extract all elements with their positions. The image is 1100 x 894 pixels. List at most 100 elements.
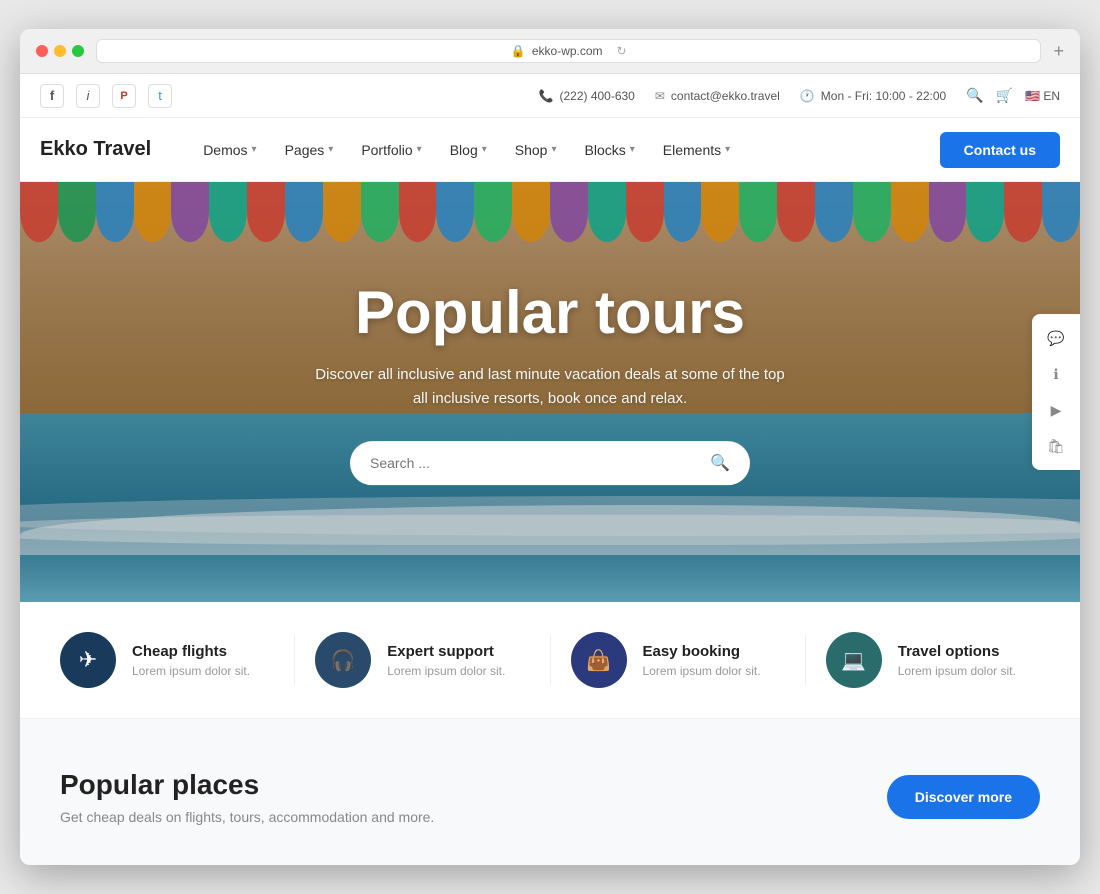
phone-number: (222) 400-630: [559, 89, 634, 103]
options-title: Travel options: [898, 643, 1016, 660]
divider-2: [550, 635, 551, 685]
hero-subtitle-line1: Discover all inclusive and last minute v…: [315, 366, 784, 383]
feature-options: 💻 Travel options Lorem ipsum dolor sit.: [826, 632, 1040, 688]
language-selector[interactable]: 🇺🇸 EN: [1025, 89, 1060, 103]
support-icon-wrap: 🎧: [315, 632, 371, 688]
play-sidebar-icon[interactable]: ▶: [1040, 394, 1072, 426]
nav-menu: Demos ▾ Pages ▾ Portfolio ▾ Blog ▾ Shop …: [191, 134, 742, 166]
email-address: contact@ekko.travel: [671, 89, 780, 103]
search-bar: 🔍: [350, 441, 750, 485]
search-button[interactable]: 🔍: [710, 453, 730, 473]
lock-icon: 🔒: [511, 44, 526, 58]
business-hours: Mon - Fri: 10:00 - 22:00: [821, 89, 946, 103]
top-bar: f i P t 📞 (222) 400-630 ✉ contact@ekko.t…: [20, 74, 1080, 118]
discover-more-button[interactable]: Discover more: [887, 775, 1040, 819]
nav-bar: Ekko Travel Demos ▾ Pages ▾ Portfolio ▾ …: [20, 118, 1080, 182]
nav-portfolio-arrow: ▾: [417, 144, 422, 155]
clock-icon: 🕐: [800, 89, 815, 103]
booking-text: Easy booking Lorem ipsum dolor sit.: [643, 643, 761, 678]
booking-title: Easy booking: [643, 643, 761, 660]
nav-item-shop[interactable]: Shop ▾: [503, 134, 569, 166]
nav-pages-label: Pages: [285, 142, 325, 158]
minimize-dot[interactable]: [54, 45, 66, 57]
sidebar-icons: 💬 ℹ ▶ 🛍: [1032, 314, 1080, 470]
url-bar[interactable]: 🔒 ekko-wp.com ↻: [96, 39, 1041, 63]
facebook-icon[interactable]: f: [40, 84, 64, 108]
nav-blog-arrow: ▾: [482, 144, 487, 155]
chat-sidebar-icon[interactable]: 💬: [1040, 322, 1072, 354]
topbar-search-icon[interactable]: 🔍: [966, 87, 983, 104]
nav-blog-label: Blog: [450, 142, 478, 158]
browser-dots: [36, 45, 84, 57]
features-row: ✈ Cheap flights Lorem ipsum dolor sit. 🎧…: [20, 602, 1080, 719]
nav-shop-label: Shop: [515, 142, 548, 158]
flights-title: Cheap flights: [132, 643, 250, 660]
nav-blocks-arrow: ▾: [630, 144, 635, 155]
booking-icon: 👜: [586, 648, 611, 673]
popular-places-title: Popular places: [60, 769, 434, 801]
site-logo[interactable]: Ekko Travel: [40, 138, 151, 161]
social-icons: f i P t: [40, 84, 172, 108]
contact-us-button[interactable]: Contact us: [940, 132, 1060, 168]
nav-item-elements[interactable]: Elements ▾: [651, 134, 742, 166]
nav-item-portfolio[interactable]: Portfolio ▾: [349, 134, 433, 166]
add-tab-button[interactable]: +: [1053, 41, 1064, 62]
divider-1: [294, 635, 295, 685]
nav-item-blog[interactable]: Blog ▾: [438, 134, 499, 166]
nav-elements-label: Elements: [663, 142, 721, 158]
options-desc: Lorem ipsum dolor sit.: [898, 664, 1016, 678]
hero-subtitle-line2: all inclusive resorts, book once and rel…: [413, 390, 687, 407]
topbar-cart-icon[interactable]: 🛒: [996, 87, 1013, 104]
browser-chrome: 🔒 ekko-wp.com ↻ +: [20, 29, 1080, 74]
phone-contact: 📞 (222) 400-630: [539, 89, 635, 103]
url-text: ekko-wp.com: [532, 44, 603, 58]
hours-contact: 🕐 Mon - Fri: 10:00 - 22:00: [800, 89, 946, 103]
options-icon: 💻: [841, 648, 866, 673]
search-input[interactable]: [370, 455, 710, 471]
browser-window: 🔒 ekko-wp.com ↻ + f i P t 📞 (222) 400-63…: [20, 29, 1080, 865]
info-sidebar-icon[interactable]: ℹ: [1040, 358, 1072, 390]
nav-item-blocks[interactable]: Blocks ▾: [573, 134, 647, 166]
flights-desc: Lorem ipsum dolor sit.: [132, 664, 250, 678]
pinterest-icon[interactable]: P: [112, 84, 136, 108]
support-desc: Lorem ipsum dolor sit.: [387, 664, 505, 678]
nav-shop-arrow: ▾: [551, 144, 556, 155]
nav-item-pages[interactable]: Pages ▾: [273, 134, 346, 166]
feature-booking: 👜 Easy booking Lorem ipsum dolor sit.: [571, 632, 785, 688]
nav-elements-arrow: ▾: [725, 144, 730, 155]
phone-icon: 📞: [539, 89, 554, 103]
support-icon: 🎧: [331, 648, 356, 673]
popular-places-section: Popular places Get cheap deals on flight…: [20, 719, 1080, 865]
hero-section: Popular tours Discover all inclusive and…: [20, 182, 1080, 602]
flights-icon: ✈: [79, 647, 97, 673]
twitter-icon[interactable]: t: [148, 84, 172, 108]
feature-support: 🎧 Expert support Lorem ipsum dolor sit.: [315, 632, 529, 688]
bag-sidebar-icon[interactable]: 🛍: [1040, 430, 1072, 462]
support-text: Expert support Lorem ipsum dolor sit.: [387, 643, 505, 678]
support-title: Expert support: [387, 643, 505, 660]
close-dot[interactable]: [36, 45, 48, 57]
hero-content: Popular tours Discover all inclusive and…: [200, 278, 900, 485]
instagram-icon[interactable]: i: [76, 84, 100, 108]
options-icon-wrap: 💻: [826, 632, 882, 688]
booking-desc: Lorem ipsum dolor sit.: [643, 664, 761, 678]
nav-item-demos[interactable]: Demos ▾: [191, 134, 268, 166]
reload-icon[interactable]: ↻: [617, 44, 627, 58]
nav-portfolio-label: Portfolio: [361, 142, 412, 158]
hero-title: Popular tours: [200, 278, 900, 347]
email-icon: ✉: [655, 89, 665, 103]
maximize-dot[interactable]: [72, 45, 84, 57]
nav-demos-label: Demos: [203, 142, 247, 158]
email-contact: ✉ contact@ekko.travel: [655, 89, 780, 103]
booking-icon-wrap: 👜: [571, 632, 627, 688]
flights-icon-wrap: ✈: [60, 632, 116, 688]
top-bar-right: 📞 (222) 400-630 ✉ contact@ekko.travel 🕐 …: [539, 87, 1060, 104]
popular-places-subtitle: Get cheap deals on flights, tours, accom…: [60, 809, 434, 825]
nav-blocks-label: Blocks: [585, 142, 626, 158]
flights-text: Cheap flights Lorem ipsum dolor sit.: [132, 643, 250, 678]
top-bar-icons: 🔍 🛒 🇺🇸 EN: [966, 87, 1060, 104]
divider-3: [805, 635, 806, 685]
hero-subtitle: Discover all inclusive and last minute v…: [200, 363, 900, 411]
options-text: Travel options Lorem ipsum dolor sit.: [898, 643, 1016, 678]
nav-demos-arrow: ▾: [252, 144, 257, 155]
